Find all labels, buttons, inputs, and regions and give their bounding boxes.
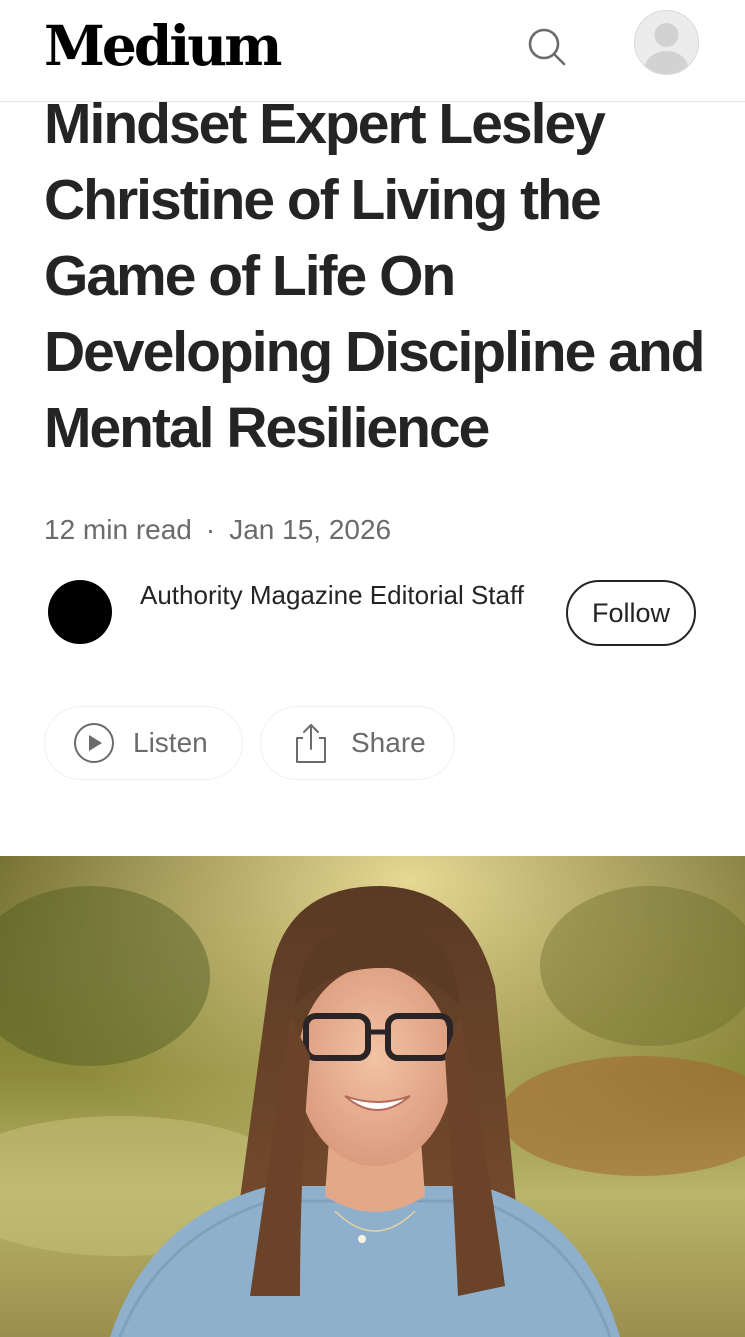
article-title: Mindset Expert Lesley Christine of Livin… (44, 92, 705, 460)
listen-label: Listen (133, 727, 208, 758)
hero-image (0, 856, 745, 1337)
author-name[interactable]: Authority Magazine Editorial Staff (140, 575, 530, 615)
publish-date: Jan 15, 2026 (229, 514, 392, 545)
medium-logo[interactable]: Medium (44, 14, 282, 78)
play-circle-icon (73, 722, 115, 764)
follow-button[interactable]: Follow (566, 580, 696, 646)
listen-button[interactable]: Listen (44, 706, 243, 780)
share-button[interactable]: Share (260, 706, 455, 780)
read-time: 12 min read (44, 514, 192, 545)
top-bar: Medium (0, 0, 745, 102)
share-label: Share (351, 727, 426, 758)
article-meta: 12 min read · Jan 15, 2026 (44, 510, 391, 550)
user-avatar-icon (644, 23, 689, 74)
author-avatar[interactable] (48, 580, 112, 644)
profile-avatar-button[interactable] (634, 10, 699, 75)
search-icon (528, 28, 566, 66)
meta-separator: · (205, 514, 216, 545)
search-button[interactable] (524, 24, 568, 68)
share-icon (293, 722, 329, 764)
portrait-photo (0, 856, 745, 1337)
